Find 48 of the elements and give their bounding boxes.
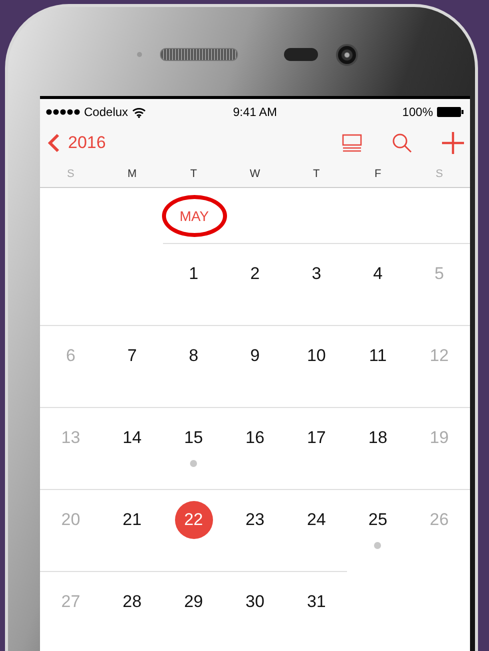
wifi-icon (132, 106, 146, 118)
day-number[interactable]: 28 (113, 583, 152, 621)
day-number[interactable]: 17 (297, 419, 336, 457)
day-number[interactable]: 21 (113, 501, 152, 539)
weekday-label: F (374, 168, 382, 180)
day-number[interactable]: 23 (236, 501, 274, 539)
day-number[interactable]: 24 (297, 501, 336, 539)
search-icon (392, 133, 412, 153)
proximity-sensor (284, 48, 318, 61)
list-icon (342, 134, 362, 152)
battery-percent: 100% (402, 105, 433, 119)
back-button[interactable]: 2016 (48, 133, 106, 153)
day-number[interactable]: 10 (297, 337, 336, 375)
day-number[interactable]: 16 (236, 419, 274, 457)
plus-icon (442, 132, 464, 154)
weekday-label: W (250, 168, 260, 180)
camera-lens (336, 44, 358, 66)
sensor-dot (137, 52, 142, 57)
add-button[interactable] (442, 132, 464, 154)
day-number[interactable]: 15 (174, 419, 213, 457)
weekday-label: T (190, 168, 197, 180)
signal-icon (46, 109, 80, 115)
day-number[interactable]: 8 (174, 337, 213, 375)
battery-icon (437, 107, 464, 117)
day-number[interactable]: 2 (236, 255, 274, 293)
weekday-label: S (436, 168, 443, 180)
search-button[interactable] (392, 133, 412, 153)
weekday-label: S (67, 168, 74, 180)
day-number[interactable]: 11 (358, 337, 397, 375)
day-number[interactable]: 14 (113, 419, 152, 457)
day-number[interactable]: 30 (236, 583, 274, 621)
day-number[interactable]: 31 (297, 583, 336, 621)
day-number[interactable]: 22 (174, 501, 213, 539)
list-view-button[interactable] (342, 134, 362, 152)
day-number[interactable]: 9 (236, 337, 274, 375)
day-number[interactable]: 18 (358, 419, 397, 457)
chevron-left-icon (48, 133, 60, 153)
carrier-name: Codelux (84, 105, 128, 119)
day-number[interactable]: 3 (297, 255, 336, 293)
day-number[interactable]: 25 (358, 501, 397, 539)
weekday-label: T (313, 168, 320, 180)
day-number[interactable]: 29 (174, 583, 213, 621)
day-number[interactable]: 7 (113, 337, 152, 375)
day-number[interactable]: 1 (174, 255, 213, 293)
weekday-label: M (128, 168, 137, 180)
day-number[interactable]: 4 (358, 255, 397, 293)
month-label: MAY (162, 194, 227, 236)
status-time: 9:41 AM (232, 105, 278, 119)
